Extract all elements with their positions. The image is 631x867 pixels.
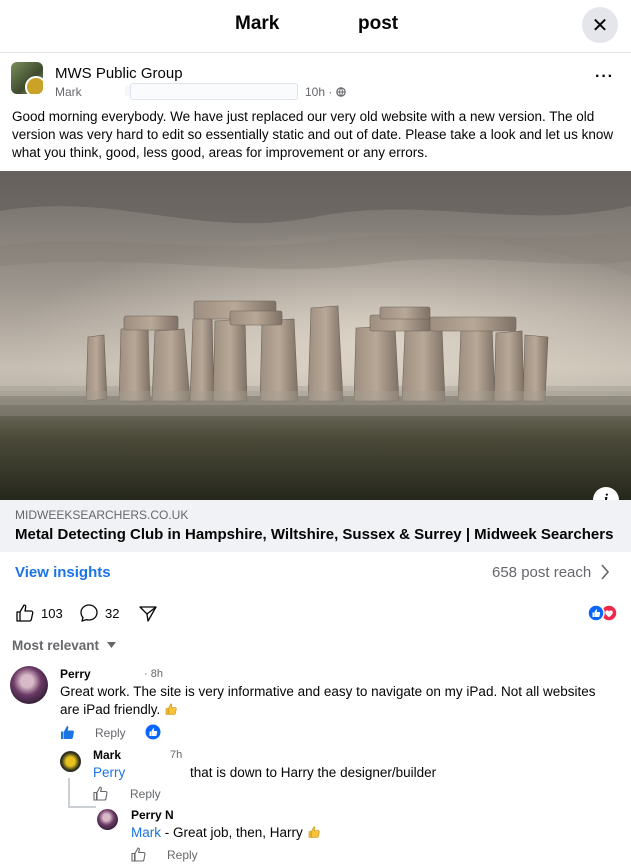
like-comment-icon[interactable] xyxy=(131,847,146,867)
comment-text: Mark - Great job, then, Harry xyxy=(131,824,321,842)
post-reach: 658 post reach xyxy=(492,564,592,581)
thumbs-up-emoji-icon xyxy=(165,703,177,715)
comment-text: Great work. The site is very informative… xyxy=(60,684,596,717)
thumbs-up-icon xyxy=(16,604,34,622)
like-reaction-icon[interactable] xyxy=(145,724,161,745)
comment-count: 32 xyxy=(105,605,120,621)
like-button[interactable]: 103 xyxy=(15,603,63,623)
globe-icon xyxy=(335,87,346,97)
commenter-name[interactable]: Mark xyxy=(93,748,121,762)
comment-time[interactable]: 7h xyxy=(170,749,182,761)
like-count: 103 xyxy=(41,605,63,621)
reaction-summary[interactable] xyxy=(587,604,619,622)
comment-icon xyxy=(80,604,98,622)
reply-button[interactable]: Reply xyxy=(167,848,198,862)
commenter-avatar[interactable] xyxy=(10,666,48,704)
comment-time[interactable]: · 8h xyxy=(144,668,163,680)
comment-sort-dropdown[interactable]: Most relevant xyxy=(12,638,116,653)
group-name[interactable]: MWS Public Group xyxy=(55,65,183,82)
reply-button[interactable]: Reply xyxy=(95,726,126,740)
reply-button[interactable]: Reply xyxy=(130,787,161,801)
link-title[interactable]: Metal Detecting Club in Hampshire, Wilts… xyxy=(15,526,613,543)
share-button[interactable] xyxy=(138,603,158,623)
chevron-right-icon[interactable] xyxy=(600,563,610,586)
commenter-avatar[interactable] xyxy=(97,809,118,830)
dialog-title-post: post xyxy=(358,13,399,34)
close-icon: ✕ xyxy=(591,14,609,37)
thumbs-up-emoji-icon xyxy=(308,826,320,838)
post-author[interactable]: Mark xyxy=(55,85,82,99)
comment-button[interactable]: 32 xyxy=(79,603,119,623)
comment-mention[interactable]: Mark xyxy=(131,825,161,840)
group-avatar[interactable] xyxy=(11,62,43,94)
stonehenge-image xyxy=(0,171,631,500)
comment-mention[interactable]: Perry xyxy=(93,764,125,782)
commenter-avatar[interactable] xyxy=(60,751,81,772)
commenter-name[interactable]: Perry xyxy=(60,667,91,681)
redacted-area xyxy=(130,83,298,100)
like-comment-icon[interactable] xyxy=(93,786,108,806)
thread-line xyxy=(68,778,70,808)
post-timestamp[interactable]: 10h · xyxy=(305,85,346,99)
link-domain[interactable]: MIDWEEKSEARCHERS.CO.UK xyxy=(15,508,188,522)
view-insights-link[interactable]: View insights xyxy=(15,564,111,581)
like-comment-icon[interactable] xyxy=(60,725,75,745)
more-options-icon[interactable]: ··· xyxy=(595,68,614,86)
close-button[interactable]: ✕ xyxy=(582,7,618,43)
post-text: Good morning everybody. We have just rep… xyxy=(12,109,614,160)
commenter-name[interactable]: Perry N xyxy=(131,808,174,822)
dialog-header xyxy=(0,0,631,53)
share-icon xyxy=(139,606,157,622)
dialog-title-author: Mark xyxy=(235,13,280,34)
thread-line xyxy=(68,806,96,808)
comment-text: that is down to Harry the designer/build… xyxy=(190,765,437,780)
author-avatar[interactable] xyxy=(25,76,43,94)
caret-down-icon xyxy=(106,642,116,648)
link-preview-image[interactable] xyxy=(0,171,631,500)
